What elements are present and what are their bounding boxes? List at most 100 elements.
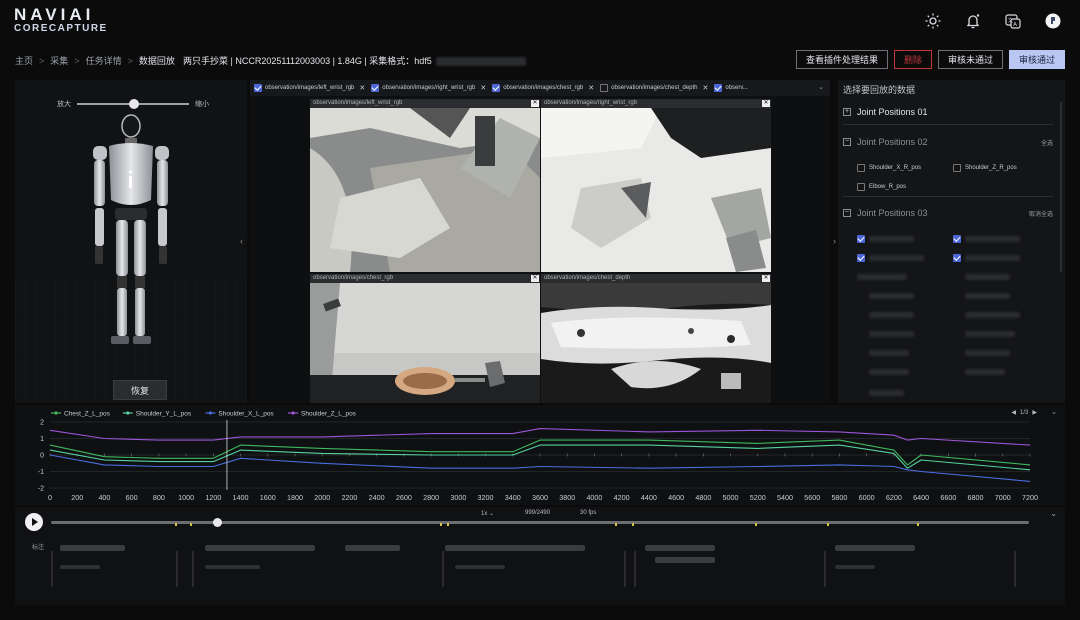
redacted-text [965,293,1010,299]
close-icon[interactable]: ✕ [762,100,770,107]
prev-page-icon[interactable]: ◀ [1011,409,1016,416]
camera-view-chest-rgb[interactable]: observation/images/chest_rgb ✕ [310,274,540,403]
x-tick-label: 4000 [586,493,602,502]
chevron-down-icon[interactable]: ⌄ [1051,408,1057,416]
legend-marker [208,411,212,415]
brand-logo[interactable]: NAVIAI CORECAPTURE [14,6,108,34]
option-redacted[interactable] [857,235,865,243]
checkbox[interactable] [953,164,961,172]
select-all-link[interactable]: 全选 [1041,138,1053,147]
delete-button[interactable]: 删除 [893,50,932,69]
option-redacted[interactable] [953,235,961,243]
camera-tab-label: observation/images/right_wrist_rgb [382,85,476,91]
close-icon[interactable]: ✕ [359,84,365,92]
option-label: Elbow_R_pos [869,184,907,190]
camera-tab-label: observation/images/left_wrist_rgb [265,85,355,91]
sun-icon[interactable] [924,12,942,30]
joint-group-03[interactable]: − Joint Positions 03 取消全选 [843,206,1053,220]
playback-speed[interactable]: 1x ⌄ [481,510,494,517]
option-redacted[interactable] [953,254,961,262]
close-icon[interactable]: ✕ [531,100,539,107]
next-page-icon[interactable]: ▶ [1032,409,1037,416]
x-tick-label: 1400 [233,493,249,502]
brand-name: NAVIAI [14,5,95,24]
collapse-icon[interactable]: − [843,138,851,146]
option-shoulder-x-r[interactable]: Shoulder_X_R_pos [857,164,921,172]
chevron-down-icon[interactable]: ⌄ [1050,509,1057,518]
x-tick-label: 400 [98,493,110,502]
collapse-icon[interactable]: − [843,209,851,217]
x-tick-label: 3800 [559,493,575,502]
task-info: 两只手抄菜 | NCCR20251112003003 | 1.84G | 采集格… [183,54,526,67]
reset-view-button[interactable]: 恢复 [113,380,167,400]
chevron-down-icon[interactable]: ⌄ [818,83,824,91]
close-icon[interactable]: ✕ [762,275,770,282]
camera-tab-overflow[interactable]: observ... [714,84,748,92]
approve-button[interactable]: 审核通过 [1008,50,1065,69]
timeline-thumb[interactable] [213,518,223,527]
x-tick-label: 4800 [695,493,711,502]
camera-view-left-wrist[interactable]: observation/images/left_wrist_rgb ✕ [310,99,540,272]
checkbox[interactable] [714,84,723,92]
breadcrumb-collect[interactable]: 采集 [50,54,68,67]
checkbox[interactable] [857,235,865,243]
play-button[interactable] [25,513,43,531]
reject-button[interactable]: 审核未通过 [937,50,1003,69]
redacted-text [869,236,914,242]
option-shoulder-z-r[interactable]: Shoulder_Z_R_pos [953,164,1017,172]
checkbox[interactable] [371,84,380,92]
deselect-all-link[interactable]: 取消全选 [1029,209,1053,218]
option-elbow-r[interactable]: Elbow_R_pos [857,183,906,191]
bell-icon[interactable] [964,12,982,30]
checkbox[interactable] [492,84,501,92]
legend-label: Chest_Z_L_pos [64,411,111,418]
option-redacted[interactable] [857,254,865,262]
checkbox[interactable] [953,254,961,262]
expand-icon[interactable]: + [843,108,851,116]
joint-group-02[interactable]: − Joint Positions 02 全选 [843,135,1053,149]
camera-image [541,108,771,272]
avatar[interactable] [1044,12,1062,30]
camera-tab-chest-rgb[interactable]: observation/images/chest_rgb ✕ [492,84,594,92]
checkbox[interactable] [953,235,961,243]
scrollbar[interactable] [1060,102,1062,272]
camera-tab-label: observ... [725,85,748,91]
x-tick-label: 2400 [369,493,385,502]
camera-view-chest-depth[interactable]: observation/images/chest_depth ✕ [541,274,771,403]
collapse-left-chevron-icon[interactable]: ‹ [240,236,243,246]
breadcrumb-task-detail[interactable]: 任务详情 [86,54,122,67]
robot-model[interactable] [15,80,247,403]
x-tick-label: 4400 [641,493,657,502]
joint-position-chart[interactable]: 2 1 0 -1 -2 0 200 400 600 800 1000 1200 1400 1600 1800… [15,405,1065,505]
timeline-slider[interactable] [51,518,1029,527]
checkbox[interactable] [857,183,865,191]
x-tick-label: 600 [126,493,138,502]
x-tick-label: 2600 [396,493,412,502]
camera-tab-right-wrist[interactable]: observation/images/right_wrist_rgb ✕ [371,84,486,92]
breadcrumb-home[interactable]: 主页 [15,54,33,67]
joint-group-01[interactable]: + Joint Positions 01 [843,105,1053,125]
close-icon[interactable]: ✕ [480,84,486,92]
close-icon[interactable]: ✕ [703,84,709,92]
camera-view-right-wrist[interactable]: observation/images/right_wrist_rgb ✕ [541,99,771,272]
camera-panel: observation/images/left_wrist_rgb ✕ obser… [250,80,830,403]
redacted-text [965,312,1020,318]
checkbox[interactable] [254,84,262,92]
checkbox[interactable] [857,164,865,172]
view-plugin-result-button[interactable]: 查看插件处理结果 [795,50,888,69]
close-icon[interactable]: ✕ [588,84,594,92]
x-tick-label: 3400 [505,493,521,502]
x-tick-label: 1000 [178,493,194,502]
camera-tab-chest-depth[interactable]: observation/images/chest_depth ✕ [600,84,708,92]
robot-viewer[interactable]: 放大 缩小 恢复 [15,80,247,403]
breadcrumb: 主页 > 采集 > 任务详情 > 数据回放 [15,54,175,67]
checkbox[interactable] [857,254,865,262]
x-tick-label: 5400 [777,493,793,502]
checkbox[interactable] [600,84,609,92]
camera-tab-left-wrist[interactable]: observation/images/left_wrist_rgb ✕ [254,84,365,92]
task-info-text: 两只手抄菜 | NCCR20251112003003 | 1.84G | 采集格… [183,56,432,66]
collapse-right-chevron-icon[interactable]: › [833,236,836,246]
translate-icon[interactable]: 文A [1004,12,1022,30]
camera-view-title: observation/images/left_wrist_rgb [310,99,540,108]
close-icon[interactable]: ✕ [531,275,539,282]
